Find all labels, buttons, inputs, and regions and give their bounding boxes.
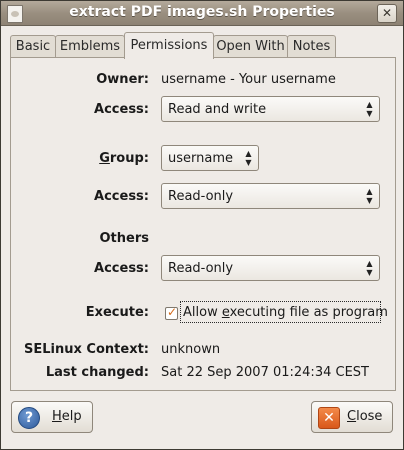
owner-access-combo[interactable]: Read and write ▲ ▼ bbox=[161, 96, 380, 122]
group-access-combo[interactable]: Read-only ▲ ▼ bbox=[161, 183, 380, 209]
properties-dialog: extract PDF images.sh Properties ✕ Basic… bbox=[0, 0, 404, 450]
close-mnemonic: C bbox=[347, 409, 357, 424]
window-title: extract PDF images.sh Properties bbox=[69, 4, 335, 20]
execute-checkbox[interactable] bbox=[165, 305, 178, 320]
tab-notes[interactable]: Notes bbox=[287, 35, 336, 58]
execute-option-pre: Allow bbox=[183, 305, 222, 320]
group-access-label: Access: bbox=[94, 189, 149, 204]
tab-open-with[interactable]: Open With bbox=[213, 35, 288, 58]
group-access-value: Read-only bbox=[168, 189, 234, 204]
close-label-rest: lose bbox=[356, 409, 383, 424]
tab-permissions[interactable]: Permissions bbox=[124, 32, 214, 59]
execute-option-label[interactable]: Allow executing file as program bbox=[183, 305, 388, 320]
others-label: Others bbox=[99, 231, 150, 246]
combo-arrows-icon: ▲ ▼ bbox=[366, 100, 373, 118]
group-value: username bbox=[168, 151, 233, 166]
group-mnemonic: G bbox=[99, 151, 110, 166]
execute-option-post: xecuting file as program bbox=[229, 305, 388, 320]
owner-label: Owner: bbox=[96, 72, 149, 87]
help-mnemonic: H bbox=[52, 409, 62, 424]
group-combo[interactable]: username ▲ ▼ bbox=[161, 145, 259, 171]
help-icon: ? bbox=[18, 407, 40, 429]
group-label-rest: roup: bbox=[109, 151, 149, 166]
owner-access-value: Read and write bbox=[168, 102, 267, 117]
execute-label: Execute: bbox=[85, 305, 149, 320]
window-close-button[interactable]: ✕ bbox=[377, 4, 397, 23]
selinux-value: unknown bbox=[161, 342, 221, 357]
owner-value: username - Your username bbox=[161, 72, 336, 87]
tab-basic[interactable]: Basic bbox=[10, 35, 56, 58]
permissions-panel: Owner: username - Your username Access: … bbox=[10, 57, 396, 391]
help-button[interactable]: ? Help bbox=[11, 401, 93, 433]
close-icon: ✕ bbox=[318, 407, 340, 429]
last-changed-value: Sat 22 Sep 2007 01:24:34 CEST bbox=[161, 365, 369, 380]
help-label-rest: elp bbox=[61, 409, 82, 424]
combo-arrows-icon: ▲ ▼ bbox=[245, 149, 252, 167]
close-button-label: Close bbox=[347, 409, 382, 424]
help-button-label: Help bbox=[52, 409, 82, 424]
others-access-label: Access: bbox=[94, 261, 149, 276]
selinux-label: SELinux Context: bbox=[24, 342, 149, 357]
others-access-combo[interactable]: Read-only ▲ ▼ bbox=[161, 255, 380, 281]
group-label: Group: bbox=[11, 151, 149, 166]
title-bar[interactable]: extract PDF images.sh Properties ✕ bbox=[1, 1, 403, 26]
combo-arrows-icon: ▲ ▼ bbox=[366, 187, 373, 205]
close-button[interactable]: ✕ Close bbox=[311, 401, 393, 433]
others-access-value: Read-only bbox=[168, 261, 234, 276]
execute-option-mnemonic: e bbox=[221, 305, 230, 320]
combo-arrows-icon: ▲ ▼ bbox=[366, 259, 373, 277]
last-changed-label: Last changed: bbox=[45, 365, 149, 380]
tab-emblems[interactable]: Emblems bbox=[55, 35, 125, 58]
owner-access-label: Access: bbox=[94, 102, 149, 117]
